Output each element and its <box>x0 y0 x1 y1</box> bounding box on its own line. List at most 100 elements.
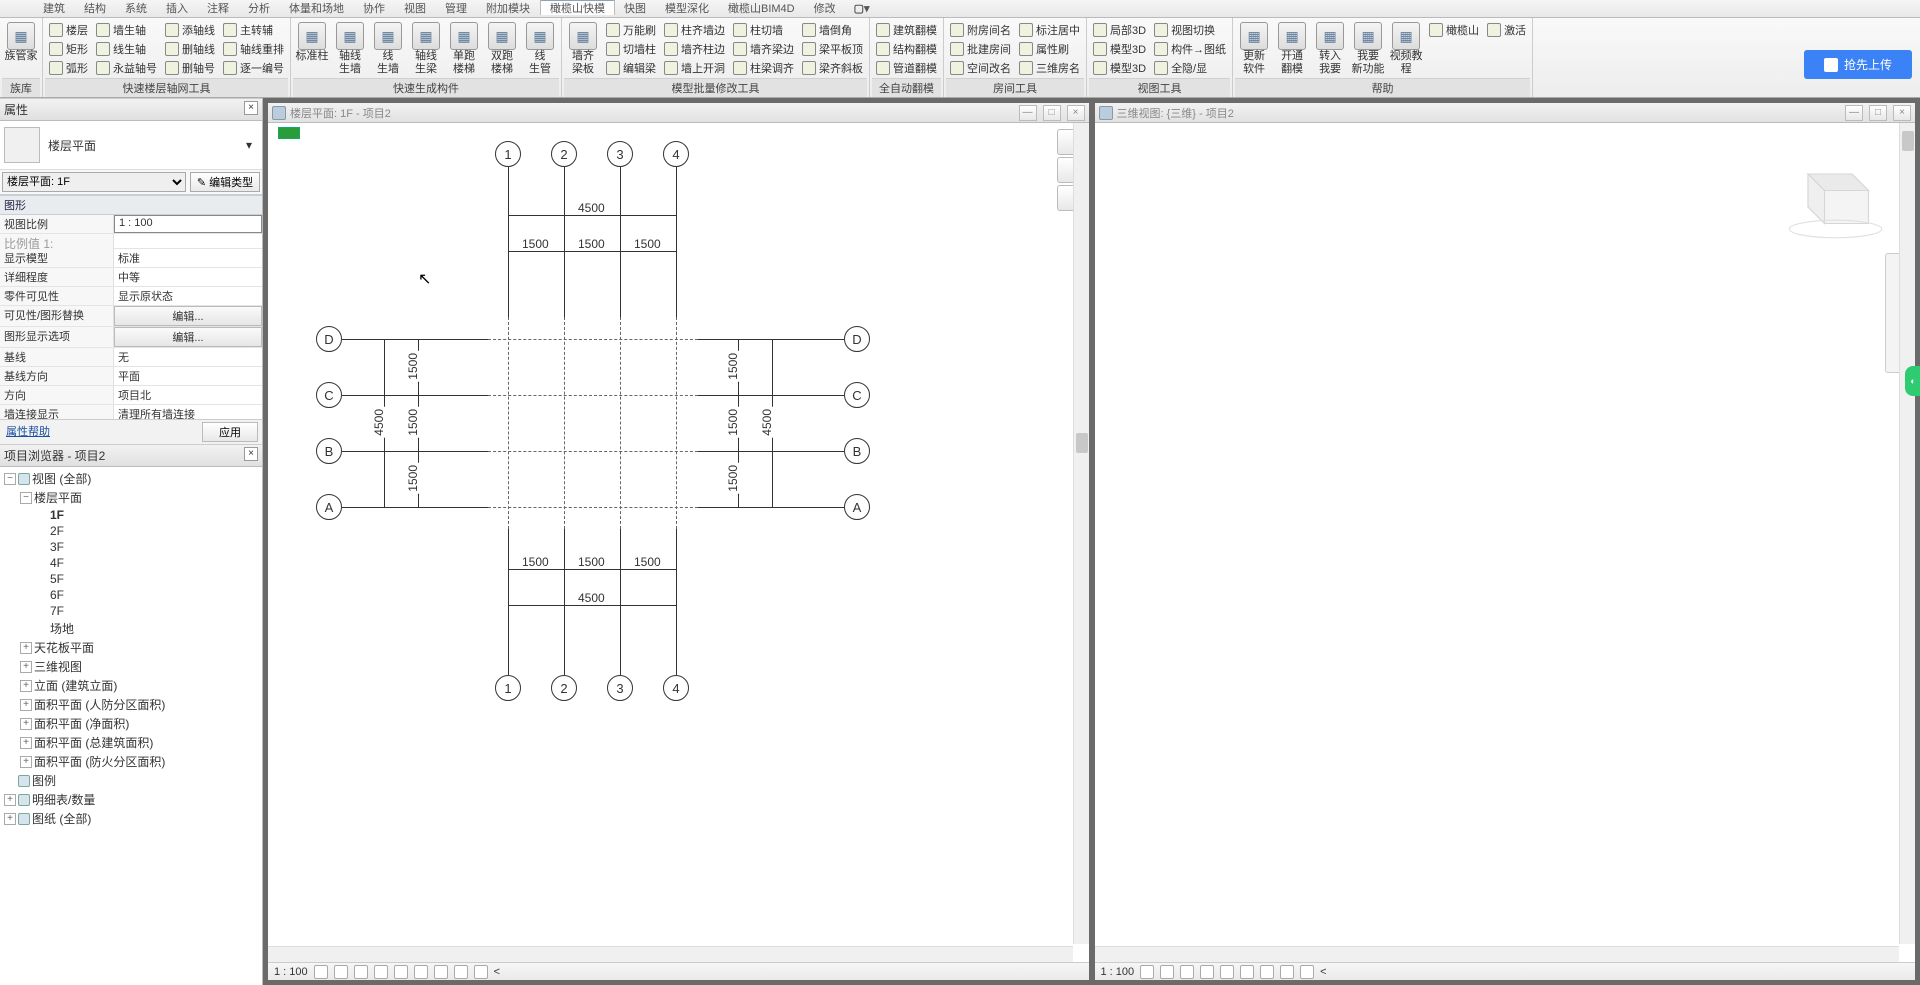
scale-display[interactable]: 1 : 100 <box>1101 966 1135 978</box>
status-icon[interactable] <box>1200 965 1214 979</box>
ribbon-smallbutton[interactable]: 空间改名 <box>948 59 1013 77</box>
ribbon-button[interactable]: ▦线生管 <box>521 20 559 78</box>
property-value[interactable]: 显示原状态 <box>114 287 262 305</box>
type-selector-box[interactable]: 楼层平面 ▾ <box>0 121 262 170</box>
ribbon-smallbutton[interactable]: 全隐/显 <box>1152 59 1228 77</box>
ribbon-smallbutton[interactable]: 矩形 <box>47 40 90 58</box>
tab-8[interactable]: 视图 <box>395 1 436 15</box>
ribbon-smallbutton[interactable]: 批建房间 <box>948 40 1013 58</box>
ribbon-button[interactable]: ▦单跑楼梯 <box>445 20 483 78</box>
tab-3[interactable]: 插入 <box>157 1 198 15</box>
status-icon[interactable] <box>334 965 348 979</box>
ribbon-smallbutton[interactable]: 墙齐梁边 <box>731 40 796 58</box>
property-row[interactable]: 图形显示选项编辑... <box>0 327 262 348</box>
project-browser[interactable]: −视图 (全部)−楼层平面1F2F3F4F5F6F7F场地+天花板平面+三维视图… <box>0 467 262 985</box>
ribbon-button[interactable]: ▦轴线生墙 <box>331 20 369 78</box>
ribbon-smallbutton[interactable]: 梁齐斜板 <box>800 59 865 77</box>
tree-item[interactable]: 1F <box>36 507 260 523</box>
ribbon-smallbutton[interactable]: 柱梁调齐 <box>731 59 796 77</box>
maximize-button[interactable]: □ <box>1869 105 1887 121</box>
scrollbar-horizontal[interactable] <box>268 946 1073 962</box>
status-icon[interactable] <box>394 965 408 979</box>
close-button[interactable]: × <box>1067 105 1085 121</box>
tree-twisty-icon[interactable]: + <box>20 661 32 673</box>
ribbon-smallbutton[interactable]: 墙上开洞 <box>662 59 727 77</box>
maximize-button[interactable]: □ <box>1043 105 1061 121</box>
tree-twisty-icon[interactable]: + <box>20 718 32 730</box>
property-row[interactable]: 比例值 1:100 <box>0 234 262 249</box>
tab-add[interactable]: ▢▾ <box>846 0 879 17</box>
status-icon[interactable] <box>1160 965 1174 979</box>
tree-item[interactable]: +天花板平面 <box>20 638 260 657</box>
tree-twisty-icon[interactable]: + <box>4 794 16 806</box>
ribbon-button[interactable]: ▦线生墙 <box>369 20 407 78</box>
tree-item[interactable]: 场地 <box>36 619 260 638</box>
tree-twisty-icon[interactable]: + <box>20 737 32 749</box>
tree-item[interactable]: 5F <box>36 571 260 587</box>
ribbon-smallbutton[interactable]: 属性刷 <box>1017 40 1082 58</box>
ribbon-button[interactable]: ▦族管家 <box>2 20 40 65</box>
grid-bubble[interactable]: D <box>844 326 870 352</box>
property-row[interactable]: 方向项目北 <box>0 386 262 405</box>
tab-0[interactable]: 建筑 <box>34 1 75 15</box>
property-value[interactable]: 无 <box>114 348 262 366</box>
tree-twisty-icon[interactable]: − <box>4 473 16 485</box>
tree-item[interactable]: 图例 <box>4 771 260 790</box>
ribbon-smallbutton[interactable]: 编辑梁 <box>604 59 658 77</box>
tree-item[interactable]: −楼层平面 <box>20 488 260 507</box>
ribbon-smallbutton[interactable]: 模型3D <box>1091 59 1148 77</box>
tree-item[interactable]: 7F <box>36 603 260 619</box>
ribbon-smallbutton[interactable]: 视图切换 <box>1152 21 1228 39</box>
grid-bubble[interactable]: 1 <box>495 675 521 701</box>
tree-item[interactable]: −视图 (全部) <box>4 469 260 488</box>
ribbon-smallbutton[interactable]: 添轴线 <box>163 21 217 39</box>
tab-13[interactable]: 模型深化 <box>656 1 719 15</box>
ribbon-smallbutton[interactable]: 柱切墙 <box>731 21 796 39</box>
status-icon[interactable] <box>454 965 468 979</box>
ribbon-button[interactable]: ▦墙齐梁板 <box>564 20 602 78</box>
ribbon-smallbutton[interactable]: 局部3D <box>1091 21 1148 39</box>
grid-bubble[interactable]: 4 <box>663 141 689 167</box>
ribbon-smallbutton[interactable]: 结构翻模 <box>874 40 939 58</box>
tree-item[interactable]: 2F <box>36 523 260 539</box>
ribbon-smallbutton[interactable]: 万能刷 <box>604 21 658 39</box>
tree-twisty-icon[interactable]: + <box>20 642 32 654</box>
ribbon-smallbutton[interactable]: 橄榄山 <box>1427 21 1481 39</box>
property-value[interactable]: 编辑... <box>114 306 262 326</box>
tab-10[interactable]: 附加模块 <box>477 1 540 15</box>
ribbon-smallbutton[interactable]: 管道翻模 <box>874 59 939 77</box>
ribbon-smallbutton[interactable]: 删轴号 <box>163 59 217 77</box>
tree-item[interactable]: +图纸 (全部) <box>4 809 260 828</box>
ribbon-smallbutton[interactable]: 激活 <box>1485 21 1528 39</box>
ribbon-smallbutton[interactable]: 切墙柱 <box>604 40 658 58</box>
ribbon-button[interactable]: ▦更新软件 <box>1235 20 1273 78</box>
tree-twisty-icon[interactable]: + <box>20 680 32 692</box>
ribbon-button[interactable]: ▦轴线生梁 <box>407 20 445 78</box>
property-row[interactable]: 基线方向平面 <box>0 367 262 386</box>
ribbon-button[interactable]: ▦转入我要 <box>1311 20 1349 78</box>
tab-9[interactable]: 管理 <box>436 1 477 15</box>
tree-twisty-icon[interactable]: − <box>20 492 32 504</box>
ribbon-smallbutton[interactable]: 附房间名 <box>948 21 1013 39</box>
tree-item[interactable]: 4F <box>36 555 260 571</box>
property-value[interactable]: 平面 <box>114 367 262 385</box>
grid-bubble[interactable]: D <box>316 326 342 352</box>
close-icon[interactable]: × <box>244 447 258 461</box>
status-icon[interactable] <box>1300 965 1314 979</box>
grid-bubble[interactable]: C <box>316 382 342 408</box>
ribbon-smallbutton[interactable]: 逐一编号 <box>221 59 286 77</box>
property-row[interactable]: 可见性/图形替换编辑... <box>0 306 262 327</box>
tab-14[interactable]: 橄榄山BIM4D <box>719 1 805 15</box>
tree-item[interactable]: 6F <box>36 587 260 603</box>
property-value[interactable]: 标准 <box>114 249 262 267</box>
minimize-button[interactable]: — <box>1845 105 1863 121</box>
plan-canvas[interactable]: 11223344AABBCCDD450015001500150015001500… <box>268 123 1089 962</box>
status-icon[interactable] <box>1240 965 1254 979</box>
tree-item[interactable]: +面积平面 (总建筑面积) <box>20 733 260 752</box>
ribbon-smallbutton[interactable]: 墙齐柱边 <box>662 40 727 58</box>
ribbon-smallbutton[interactable]: 建筑翻模 <box>874 21 939 39</box>
status-icon[interactable] <box>1140 965 1154 979</box>
grid-bubble[interactable]: 2 <box>551 141 577 167</box>
status-icon[interactable] <box>474 965 488 979</box>
ribbon-smallbutton[interactable]: 删轴线 <box>163 40 217 58</box>
